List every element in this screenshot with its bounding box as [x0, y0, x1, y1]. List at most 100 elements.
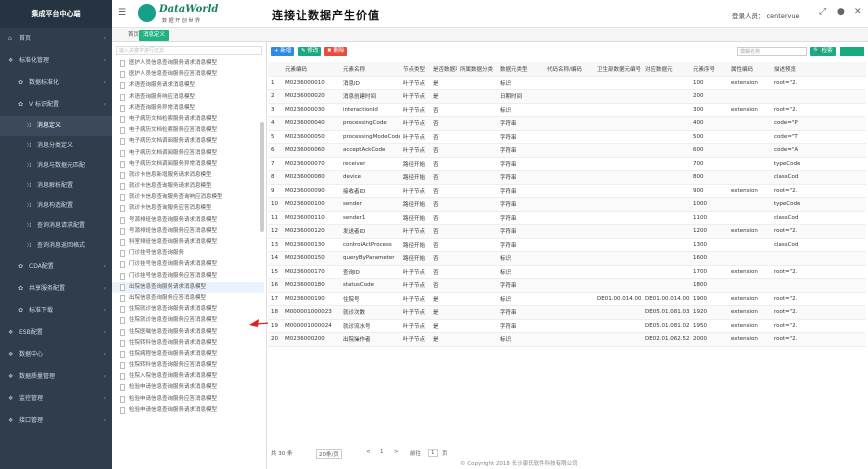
- tree-item[interactable]: 住院转科信息查询服务应答消息模型: [112, 360, 264, 371]
- column-header[interactable]: 所属数据分类: [457, 62, 497, 77]
- sidebar-item[interactable]: ⤨ 消息定义: [0, 116, 112, 136]
- user-icon[interactable]: ●: [837, 7, 845, 17]
- tree-item[interactable]: 检验申请信息查询服务请求消息模型: [112, 382, 264, 393]
- close-icon[interactable]: ✕: [854, 7, 862, 17]
- tree-item[interactable]: 医护人员信息查询服务应答消息模型: [112, 69, 264, 80]
- column-header[interactable]: [268, 62, 282, 77]
- column-header[interactable]: 元素序号: [690, 62, 728, 77]
- column-header[interactable]: 数据元类型: [497, 62, 544, 77]
- tree-item[interactable]: 出院信息查询服务请求消息模型: [112, 281, 264, 293]
- sidebar-item[interactable]: ✿ CDA配置 ‹: [0, 256, 112, 278]
- tree-item[interactable]: 就诊卡信息查询服务应答消息模型: [112, 203, 264, 214]
- table-row[interactable]: 1 M0236000010 消息ID 叶子节点是 标识 100 extension root=…: [268, 76, 866, 90]
- export-button[interactable]: [840, 47, 864, 56]
- table-row[interactable]: 10 M0236000100 sender 路径开始否 字符串 1000 typeCode: [268, 197, 866, 212]
- tree-item[interactable]: 电子病历文档检索服务请求消息模型: [112, 114, 264, 125]
- sidebar-item[interactable]: ❖ 数据中心 ‹: [0, 344, 112, 366]
- tree-filter-input[interactable]: 输入关键字进行过滤: [116, 46, 262, 55]
- tree-item[interactable]: 出院信息查询服务应答消息模型: [112, 293, 264, 304]
- tree-item[interactable]: 住院就诊信息查询服务请求消息模型: [112, 304, 264, 315]
- column-header[interactable]: 元素名称: [340, 62, 400, 77]
- sidebar-item[interactable]: ❖ ESB配置 ‹: [0, 322, 112, 344]
- goto-page-input[interactable]: 1: [428, 449, 438, 457]
- current-page[interactable]: 1: [380, 449, 384, 455]
- sidebar-item[interactable]: ✿ V 标识配置 ‹: [0, 94, 112, 116]
- tree-item[interactable]: 门诊挂号信息查询服务: [112, 248, 264, 259]
- table-row[interactable]: 11 M0236000110 sender1 路径开始否 字符串 1100 classCod: [268, 211, 866, 225]
- search-button[interactable]: 🔍 检索: [810, 47, 836, 56]
- column-header[interactable]: 属性编码: [728, 62, 771, 77]
- table-row[interactable]: 4 M0236000040 processingCode 叶子节点否 字符串 400 cod…: [268, 116, 866, 131]
- column-header[interactable]: 节点类型: [400, 62, 430, 77]
- tree-item[interactable]: 术语查询服务异常消息模型: [112, 103, 264, 114]
- column-header[interactable]: 描述预览: [771, 62, 866, 77]
- sidebar-item[interactable]: ⤨ 查询消息返回格式: [0, 236, 112, 256]
- add-button[interactable]: + 新增: [271, 47, 295, 56]
- table-row[interactable]: 6 M0236000060 acceptAckCode 叶子节点否 字符串 600 code…: [268, 143, 866, 158]
- edit-button[interactable]: ✎ 修改: [298, 47, 322, 56]
- sidebar-item[interactable]: ⤨ 消息分类定义: [0, 136, 112, 156]
- tree-item[interactable]: 术语查询服务请求消息模型: [112, 80, 264, 91]
- sidebar-item[interactable]: ✿ 共享服务配置 ‹: [0, 278, 112, 300]
- table-row[interactable]: 15 M0236000170 查询ID 叶子节点否 标识 1700 extension roo…: [268, 265, 866, 279]
- tree-item[interactable]: 检验申请信息查询服务应答消息模型: [112, 394, 264, 405]
- tree-item[interactable]: 检验申请信息查询服务请求消息模型: [112, 405, 264, 416]
- table-row[interactable]: 19 M000001000024 就诊流水号 叶子节点是 字符串 DE05.01.081.…: [268, 319, 866, 333]
- table-row[interactable]: 17 M0236000190 住院号 叶子节点是 标识 DE01.00.014.00 DE0…: [268, 292, 866, 306]
- table-row[interactable]: 18 M000001000023 就诊次数 叶子节点是 字符串 DE05.01.081.0…: [268, 305, 866, 320]
- column-header[interactable]: 代码名称/编码: [544, 62, 594, 77]
- table-row[interactable]: 9 M0236000090 接收者ID 叶子节点否 字符串 900 extension roo…: [268, 184, 866, 198]
- tree-item[interactable]: 门诊挂号信息查询服务应答消息模型: [112, 271, 264, 282]
- table-row[interactable]: 12 M0236000120 发送者ID 叶子节点否 字符串 1200 extension r…: [268, 224, 866, 239]
- table-row[interactable]: 20 M0236000200 出院操作者 叶子节点是 标识 DE02.01.062.52 2…: [268, 332, 866, 347]
- tree-item[interactable]: 科室排班信息查询服务请求消息模型: [112, 237, 264, 248]
- table-row[interactable]: 13 M0236000130 controlActProcess 路径开始否 字符串 13…: [268, 238, 866, 252]
- tree-item[interactable]: 医护人员信息查询服务请求消息模型: [112, 58, 264, 69]
- sidebar-item[interactable]: ⤨ 消息与数据元匹配: [0, 156, 112, 176]
- column-header[interactable]: 对应数据元: [642, 62, 690, 77]
- delete-button[interactable]: ✖ 删除: [324, 47, 348, 56]
- sidebar-item[interactable]: ✿ 标准下载 ‹: [0, 300, 112, 322]
- sidebar-item[interactable]: ⤨ 查询消息请求配置: [0, 216, 112, 236]
- table-row[interactable]: 16 M0236000180 statusCode 叶子节点否 字符串 1800: [268, 278, 866, 293]
- column-header[interactable]: 元素编码: [282, 62, 340, 77]
- tree-item[interactable]: 住院入院信息查询服务请求消息模型: [112, 371, 264, 382]
- table-row[interactable]: 2 M0236000020 消息创建时间 叶子节点是 日期时间 200: [268, 89, 866, 104]
- sidebar-item[interactable]: ✿ 数据标准化 ‹: [0, 72, 112, 94]
- tree-item[interactable]: 电子病历文档检索服务应答消息模型: [112, 125, 264, 136]
- tab-message-definition[interactable]: 消息定义: [139, 30, 170, 41]
- tree-item[interactable]: 电子病历文档调阅服务应答消息模型: [112, 148, 264, 159]
- sidebar-item[interactable]: ❖ 接口管理 ‹: [0, 410, 112, 432]
- next-page-button[interactable]: >: [394, 449, 399, 455]
- tree-item[interactable]: 术语查询服务响应消息模型: [112, 92, 264, 103]
- menu-toggle-icon[interactable]: ☰: [118, 8, 126, 18]
- tree-item[interactable]: 住院转科信息查询服务请求消息模型: [112, 338, 264, 349]
- fullscreen-icon[interactable]: ⤢: [819, 7, 826, 17]
- tree-item[interactable]: 就诊卡信息新增服务请求消息模型: [112, 170, 264, 181]
- table-row[interactable]: 3 M0236000030 interactionId 叶子节点否 标识 300 exten…: [268, 103, 866, 117]
- tree-item[interactable]: 号源排班信息查询服务请求消息模型: [112, 215, 264, 226]
- tree-item[interactable]: 就诊卡信息查询服务查询响应消息模型: [112, 192, 264, 203]
- tree-item[interactable]: 就诊卡信息查询服务请求消息模型: [112, 181, 264, 192]
- tree-item[interactable]: 住院病程信息查询服务请求消息模型: [112, 349, 264, 360]
- prev-page-button[interactable]: <: [366, 449, 371, 455]
- sidebar-item[interactable]: ⌂ 首页 ‹: [0, 28, 112, 50]
- search-input[interactable]: 模糊名称: [737, 47, 807, 56]
- column-header[interactable]: 卫生部数据元编号: [594, 62, 642, 77]
- sidebar-item[interactable]: ❖ 监控管理 ‹: [0, 388, 112, 410]
- tree-item[interactable]: 号源排班信息查询服务应答消息模型: [112, 226, 264, 237]
- tree-item[interactable]: 住院就诊信息查询服务应答消息模型: [112, 315, 264, 326]
- table-row[interactable]: 7 M0236000070 receiver 路径开始否 字符串 700 typeCode: [268, 157, 866, 171]
- table-row[interactable]: 8 M0236000080 device 路径开始否 字符串 800 classCod: [268, 170, 866, 185]
- page-size-select[interactable]: 20条/页: [316, 449, 342, 459]
- sidebar-item[interactable]: ⤨ 消息解析配置: [0, 176, 112, 196]
- tree-item[interactable]: 门诊挂号信息查询服务请求消息模型: [112, 259, 264, 270]
- tree-item[interactable]: 住院医嘱信息查询服务请求消息模型: [112, 327, 264, 338]
- table-row[interactable]: 14 M0236000150 queryByParameter 路径开始否 标识 1600: [268, 251, 866, 266]
- table-row[interactable]: 5 M0236000050 processingModeCode 叶子节点否 字符串 50…: [268, 130, 866, 144]
- tree-item[interactable]: 电子病历文档调阅服务请求消息模型: [112, 136, 264, 147]
- tree-item[interactable]: 电子病历文档调阅服务异常消息模型: [112, 159, 264, 170]
- tree-scrollbar[interactable]: [260, 122, 264, 232]
- sidebar-item[interactable]: ❖ 标准化管理 ‹: [0, 50, 112, 72]
- login-user[interactable]: centervue: [767, 12, 800, 20]
